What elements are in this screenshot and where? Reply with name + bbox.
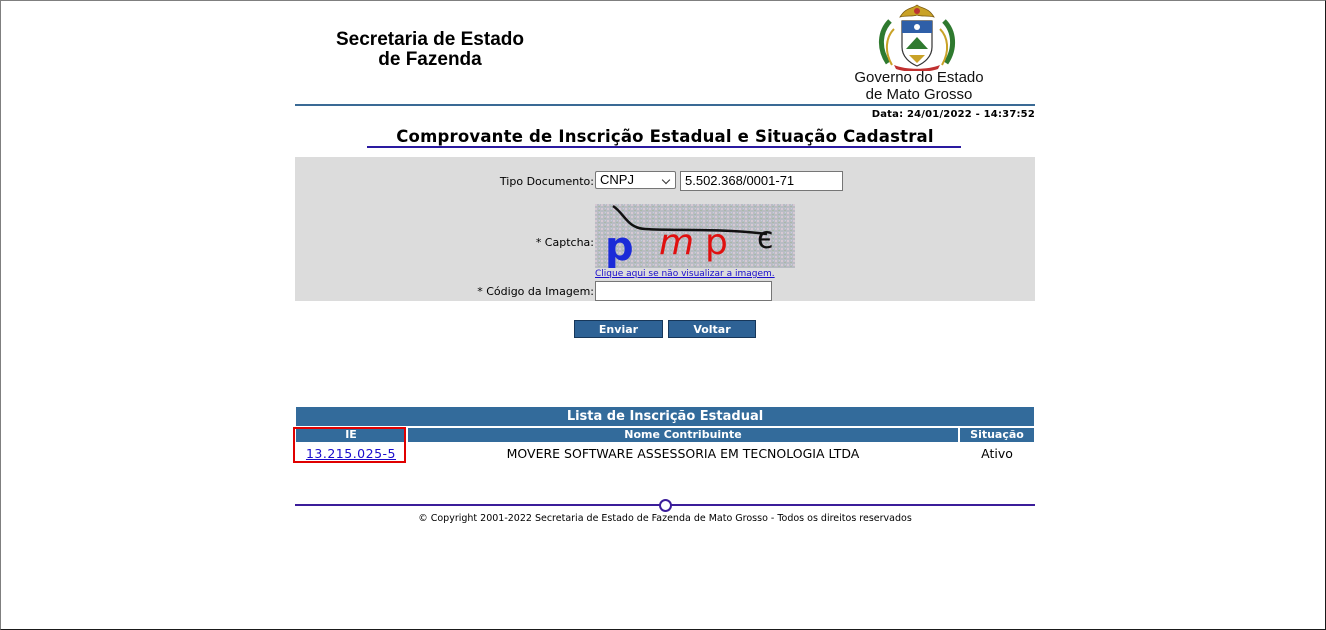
- captcha-char-1: p: [605, 224, 634, 268]
- column-header-situacao: Situação: [960, 428, 1034, 442]
- org-title-line1: Secretaria de Estado: [336, 29, 524, 50]
- captcha-char-3: p: [705, 222, 728, 263]
- captcha-char-2: m: [659, 222, 694, 263]
- tipo-documento-value: CNPJ: [600, 172, 634, 187]
- situacao-value: Ativo: [981, 446, 1013, 461]
- page-title: Comprovante de Inscrição Estadual e Situ…: [396, 127, 934, 146]
- ie-highlight-box: [293, 427, 406, 463]
- voltar-button[interactable]: Voltar: [668, 320, 756, 338]
- captcha-label: * Captcha:: [535, 236, 594, 249]
- government-title: Governo do Estado de Mato Grosso: [836, 69, 1002, 103]
- contribuinte-name: MOVERE SOFTWARE ASSESSORIA EM TECNOLOGIA…: [506, 446, 860, 461]
- codigo-imagem-label: * Código da Imagem:: [477, 285, 594, 298]
- copyright-text: © Copyright 2001-2022 Secretaria de Esta…: [418, 513, 912, 524]
- footer-circle-icon: [659, 499, 672, 512]
- org-title-line2: de Fazenda: [378, 49, 482, 70]
- tipo-documento-label: Tipo Documento:: [499, 175, 594, 188]
- captcha-char-4: є: [757, 221, 773, 256]
- enviar-button[interactable]: Enviar: [574, 320, 663, 338]
- title-underline: [367, 146, 961, 148]
- gov-title-line1: Governo do Estado: [854, 69, 984, 86]
- documento-input[interactable]: 5.502.368/0001-71: [680, 171, 843, 191]
- gov-title-line2: de Mato Grosso: [865, 86, 973, 103]
- window-frame: [0, 0, 1326, 630]
- header-divider: [295, 104, 1035, 106]
- date-stamp: Data: 24/01/2022 - 14:37:52: [871, 109, 1035, 120]
- captcha-image: p m p є: [595, 204, 795, 268]
- column-header-nome: Nome Contribuinte: [408, 428, 958, 442]
- chevron-down-icon: [661, 175, 671, 185]
- tipo-documento-select[interactable]: CNPJ: [595, 171, 676, 189]
- org-title: Secretaria de Estado de Fazenda: [308, 30, 552, 70]
- coat-of-arms-icon: [879, 4, 955, 71]
- results-title: Lista de Inscrição Estadual: [296, 407, 1034, 426]
- codigo-imagem-input[interactable]: [595, 281, 772, 301]
- captcha-reload-link[interactable]: Clique aqui se não visualizar a imagem.: [595, 269, 775, 279]
